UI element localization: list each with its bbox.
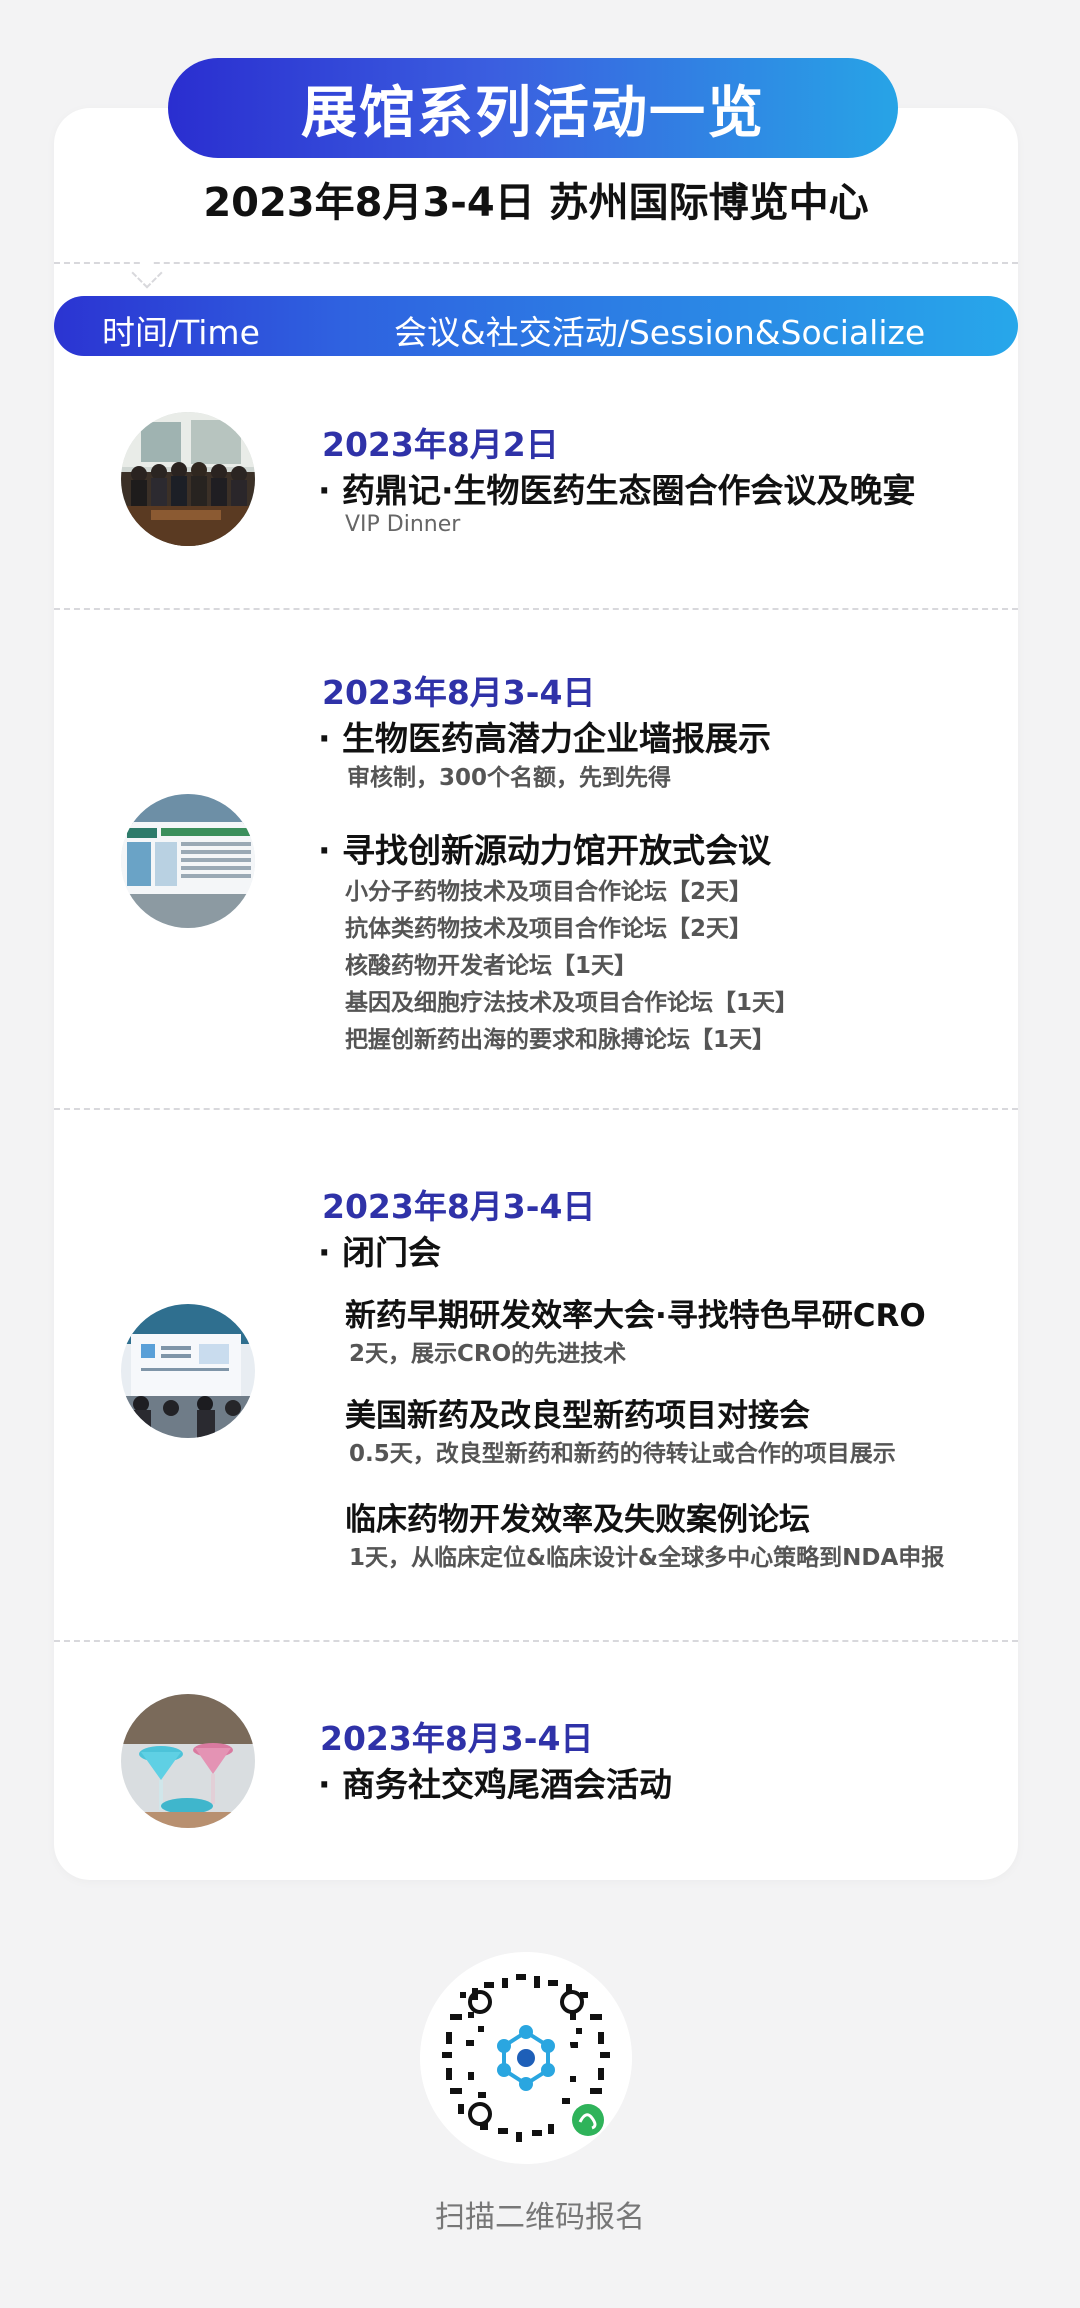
event-title-text: 寻找创新源动力馆开放式会议 — [342, 831, 771, 870]
page-title: 展馆系列活动一览 — [168, 58, 898, 158]
table-header: 时间/Time 会议&社交活动/Session&Socialize — [54, 296, 1018, 356]
conference-photo-icon — [121, 1304, 255, 1438]
divider — [54, 608, 1018, 610]
event-title: · 药鼎记·生物医药生态圈合作会议及晚宴 — [318, 471, 916, 510]
forum-item: 小分子药物技术及项目合作论坛【2天】 — [345, 879, 753, 905]
event-title-text: 生物医药高潜力企业墙报展示 — [342, 719, 771, 758]
divider — [54, 1640, 1018, 1642]
event-title-text: 商务社交鸡尾酒会活动 — [342, 1765, 672, 1804]
dinner-photo-icon — [121, 412, 255, 546]
event-date: 2023年8月3-4日 — [322, 1187, 596, 1226]
column-time-header: 时间/Time — [102, 313, 260, 352]
cocktail-photo-icon — [121, 1694, 255, 1828]
meeting-desc: 0.5天，改良型新药和新药的待转让或合作的项目展示 — [349, 1441, 896, 1467]
event-title: · 寻找创新源动力馆开放式会议 — [318, 831, 771, 870]
event-subtext: 审核制，300个名额，先到先得 — [347, 765, 672, 791]
event-date: 2023年8月3-4日 — [322, 673, 596, 712]
divider — [54, 262, 1018, 264]
event-title: · 商务社交鸡尾酒会活动 — [318, 1765, 672, 1804]
forum-item: 基因及细胞疗法技术及项目合作论坛【1天】 — [345, 990, 799, 1016]
mini-program-qr-icon[interactable] — [420, 1952, 632, 2164]
forum-item: 抗体类药物技术及项目合作论坛【2天】 — [345, 916, 753, 942]
event-title-text: 药鼎记·生物医药生态圈合作会议及晚宴 — [342, 471, 916, 510]
meeting-name: 新药早期研发效率大会·寻找特色早研CRO — [345, 1298, 926, 1334]
meeting-name: 临床药物开发效率及失败案例论坛 — [345, 1502, 810, 1538]
meeting-desc: 1天，从临床定位&临床设计&全球多中心策略到NDA申报 — [349, 1545, 945, 1571]
event-title: · 闭门会 — [318, 1233, 441, 1272]
column-session-header: 会议&社交活动/Session&Socialize — [394, 313, 926, 352]
event-subtext: VIP Dinner — [345, 512, 461, 537]
event-date: 2023年8月2日 — [322, 425, 559, 464]
forum-item: 把握创新药出海的要求和脉搏论坛【1天】 — [345, 1027, 776, 1053]
event-subtitle: 2023年8月3-4日 苏州国际博览中心 — [203, 180, 869, 226]
poster-wall-photo-icon — [121, 794, 255, 928]
event-date: 2023年8月3-4日 — [320, 1719, 594, 1758]
forum-item: 核酸药物开发者论坛【1天】 — [345, 953, 638, 979]
event-title: · 生物医药高潜力企业墙报展示 — [318, 719, 771, 758]
event-title-text: 闭门会 — [342, 1233, 441, 1272]
meeting-name: 美国新药及改良型新药项目对接会 — [345, 1398, 810, 1434]
scan-to-register-label: 扫描二维码报名 — [435, 2200, 645, 2235]
meeting-desc: 2天，展示CRO的先进技术 — [349, 1341, 627, 1367]
divider — [54, 1108, 1018, 1110]
